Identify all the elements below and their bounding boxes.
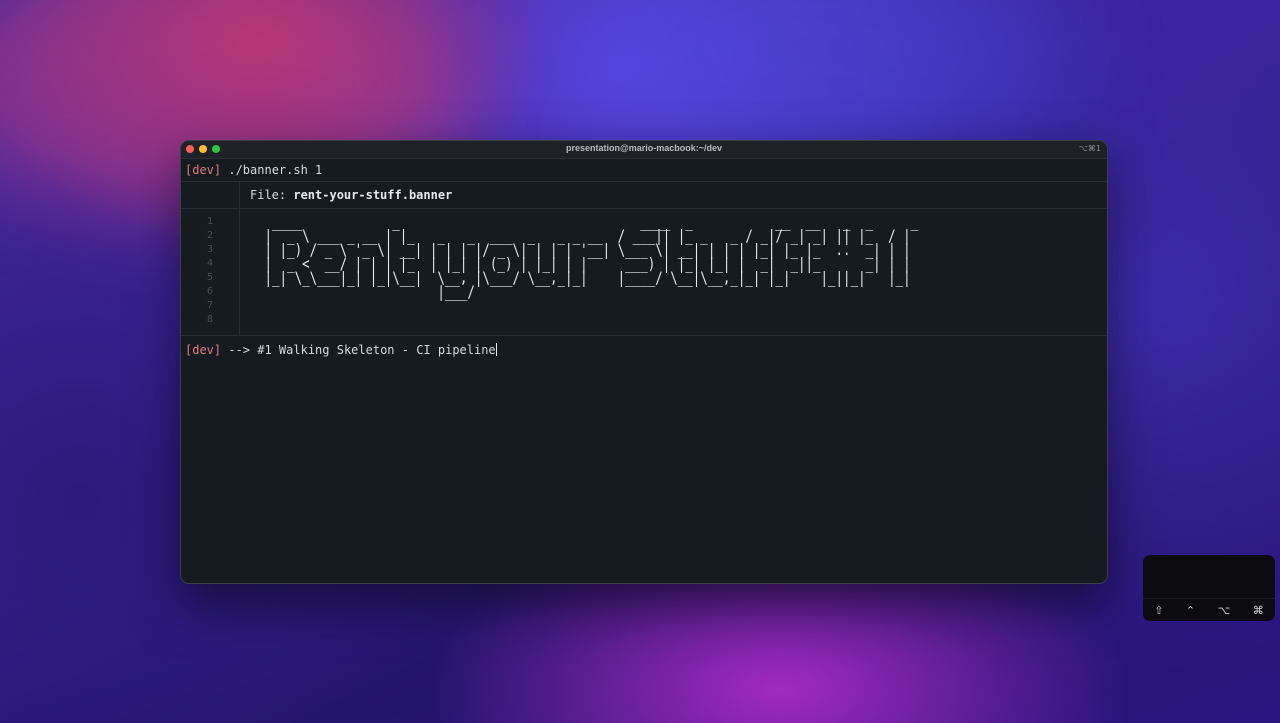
- file-viewer: 1 2 3 4 5 6 7 8 ____ _ ____ _ __ __ _ _ …: [181, 209, 1107, 336]
- file-header: File: rent-your-stuff.banner: [181, 181, 1107, 209]
- control-key-icon: ⌃: [1185, 603, 1196, 617]
- text-cursor: [495, 343, 497, 356]
- ascii-banner: ____ _ ____ _ __ __ _ _ _ | _ \ ___ _ __…: [264, 212, 919, 301]
- command-text: ./banner.sh 1: [221, 163, 323, 177]
- shift-key-icon: ⇧: [1154, 603, 1164, 617]
- command-key-icon: ⌘: [1252, 603, 1264, 617]
- line-number-gutter: 1 2 3 4 5 6 7 8: [181, 215, 213, 327]
- modifier-keys: ⇧ ⌃ ⌥ ⌘: [1143, 598, 1275, 621]
- output-line: [dev] --> #1 Walking Skeleton - CI pipel…: [181, 336, 1107, 364]
- line-number: 8: [206, 314, 213, 325]
- title-bar[interactable]: presentation@mario-macbook:~/dev ⌥⌘1: [181, 141, 1107, 159]
- prompt-tag: [dev]: [185, 343, 222, 357]
- file-name: rent-your-stuff.banner: [293, 188, 453, 202]
- line-number: 1: [206, 216, 213, 227]
- prompt-tag: [dev]: [185, 163, 222, 177]
- keystroke-overlay: ⇧ ⌃ ⌥ ⌘: [1143, 555, 1275, 621]
- command-line: [dev] ./banner.sh 1: [181, 159, 1107, 181]
- line-number: 2: [206, 230, 213, 241]
- window-title: presentation@mario-macbook:~/dev: [565, 143, 723, 153]
- output-text: --> #1 Walking Skeleton - CI pipeline: [221, 343, 496, 357]
- file-label: File:: [250, 188, 294, 202]
- line-number: 4: [206, 258, 213, 269]
- window-shortcut: ⌥⌘1: [1078, 144, 1101, 153]
- line-number: 6: [206, 286, 213, 297]
- line-number: 5: [206, 272, 213, 283]
- terminal-window[interactable]: presentation@mario-macbook:~/dev ⌥⌘1 [de…: [180, 140, 1108, 584]
- terminal-content[interactable]: [dev] ./banner.sh 1 File: rent-your-stuf…: [181, 159, 1107, 364]
- line-number: 3: [206, 244, 213, 255]
- option-key-icon: ⌥: [1217, 603, 1231, 617]
- line-number: 7: [206, 300, 213, 311]
